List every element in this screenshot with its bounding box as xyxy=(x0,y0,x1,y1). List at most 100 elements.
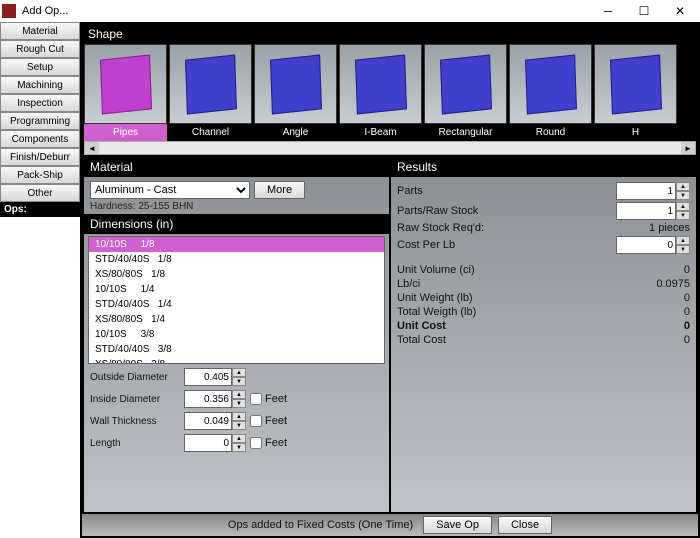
shape-channel[interactable]: Channel xyxy=(169,44,252,141)
dimension-row[interactable]: 10/10S 3/8 xyxy=(89,327,384,342)
dimension-row[interactable]: XS/80/80S 3/8 xyxy=(89,357,384,364)
wall-thickness-input[interactable] xyxy=(184,412,232,430)
ops-label: Ops: xyxy=(0,202,80,217)
cost-per-lb-label: Cost Per Lb xyxy=(397,239,616,251)
parts-label: Parts xyxy=(397,185,616,197)
dimension-row[interactable]: STD/40/40S 1/4 xyxy=(89,297,384,312)
cost-per-lb-down[interactable]: ▼ xyxy=(676,245,690,254)
footer-message: Ops added to Fixed Costs (One Time) xyxy=(228,519,413,531)
feet-label: Feet xyxy=(265,415,287,427)
shape-thumb xyxy=(509,44,592,124)
sidebar-setup[interactable]: Setup xyxy=(0,58,80,76)
scroll-left-icon[interactable]: ◄ xyxy=(85,142,99,154)
main-area: Shape PipesChannelAngleI-BeamRectangular… xyxy=(80,22,700,538)
sidebar-other[interactable]: Other xyxy=(0,184,80,202)
shape-label: I-Beam xyxy=(339,124,422,141)
inside-diameter-feet-checkbox[interactable] xyxy=(250,393,262,405)
shape-scrollbar[interactable]: ◄ ► xyxy=(84,141,696,155)
save-op-button[interactable]: Save Op xyxy=(423,516,492,534)
cost-per-lb-up[interactable]: ▲ xyxy=(676,236,690,245)
length-feet-checkbox[interactable] xyxy=(250,437,262,449)
sidebar-components[interactable]: Components xyxy=(0,130,80,148)
outside-diameter-up[interactable]: ▲ xyxy=(232,368,246,377)
wall-thickness-down[interactable]: ▼ xyxy=(232,421,246,430)
window-title: Add Op... xyxy=(22,5,590,17)
inside-diameter-down[interactable]: ▼ xyxy=(232,399,246,408)
shape-label: Angle xyxy=(254,124,337,141)
inside-diameter-up[interactable]: ▲ xyxy=(232,390,246,399)
length-input[interactable] xyxy=(184,434,232,452)
shape-thumb xyxy=(84,44,167,124)
parts-raw-input[interactable] xyxy=(616,202,676,220)
sidebar: Material Rough Cut Setup Machining Inspe… xyxy=(0,22,80,538)
parts-up[interactable]: ▲ xyxy=(676,182,690,191)
shape-thumb xyxy=(169,44,252,124)
dimension-row[interactable]: XS/80/80S 1/4 xyxy=(89,312,384,327)
shape-angle[interactable]: Angle xyxy=(254,44,337,141)
dimensions-header: Dimensions (in) xyxy=(84,214,389,234)
parts-down[interactable]: ▼ xyxy=(676,191,690,200)
total-weight-value: 0 xyxy=(630,306,690,318)
unit-volume-value: 0 xyxy=(630,264,690,276)
outside-diameter-label: Outside Diameter xyxy=(90,372,180,383)
outside-diameter-input[interactable] xyxy=(184,368,232,386)
maximize-button[interactable]: ☐ xyxy=(626,1,662,21)
shape-i-beam[interactable]: I-Beam xyxy=(339,44,422,141)
shape-header: Shape xyxy=(82,24,698,44)
material-panel: Material Aluminum - Cast More Hardness: … xyxy=(84,157,389,512)
sidebar-material[interactable]: Material xyxy=(0,22,80,40)
dimension-row[interactable]: STD/40/40S 3/8 xyxy=(89,342,384,357)
app-icon xyxy=(2,4,16,18)
parts-raw-down[interactable]: ▼ xyxy=(676,211,690,220)
shape-label: H xyxy=(594,124,677,141)
close-window-button[interactable]: ✕ xyxy=(662,1,698,21)
hardness-text: Hardness: 25-155 BHN xyxy=(90,201,383,212)
close-button[interactable]: Close xyxy=(498,516,552,534)
material-select[interactable]: Aluminum - Cast xyxy=(90,181,250,199)
dimension-row[interactable]: STD/40/40S 1/8 xyxy=(89,252,384,267)
shape-thumb xyxy=(339,44,422,124)
sidebar-inspection[interactable]: Inspection xyxy=(0,94,80,112)
dimension-row[interactable]: 10/10S 1/4 xyxy=(89,282,384,297)
shape-round[interactable]: Round xyxy=(509,44,592,141)
sidebar-rough-cut[interactable]: Rough Cut xyxy=(0,40,80,58)
wall-thickness-feet-checkbox[interactable] xyxy=(250,415,262,427)
sidebar-pack-ship[interactable]: Pack-Ship xyxy=(0,166,80,184)
footer: Ops added to Fixed Costs (One Time) Save… xyxy=(82,514,698,536)
dimension-row[interactable]: 10/10S 1/8 xyxy=(89,237,384,252)
titlebar: Add Op... ─ ☐ ✕ xyxy=(0,0,700,22)
feet-label: Feet xyxy=(265,393,287,405)
shape-thumb xyxy=(424,44,507,124)
dimension-row[interactable]: XS/80/80S 1/8 xyxy=(89,267,384,282)
sidebar-programming[interactable]: Programming xyxy=(0,112,80,130)
parts-input[interactable] xyxy=(616,182,676,200)
shape-rectangular[interactable]: Rectangular xyxy=(424,44,507,141)
parts-raw-up[interactable]: ▲ xyxy=(676,202,690,211)
unit-weight-value: 0 xyxy=(630,292,690,304)
total-weight-label: Total Weigth (lb) xyxy=(397,306,630,318)
wall-thickness-label: Wall Thickness xyxy=(90,416,180,427)
length-label: Length xyxy=(90,438,180,449)
cost-per-lb-input[interactable] xyxy=(616,236,676,254)
minimize-button[interactable]: ─ xyxy=(590,1,626,21)
sidebar-machining[interactable]: Machining xyxy=(0,76,80,94)
inside-diameter-input[interactable] xyxy=(184,390,232,408)
app-window: Add Op... ─ ☐ ✕ Material Rough Cut Setup… xyxy=(0,0,700,538)
length-up[interactable]: ▲ xyxy=(232,434,246,443)
scroll-right-icon[interactable]: ► xyxy=(681,142,695,154)
shape-h[interactable]: H xyxy=(594,44,677,141)
shape-label: Round xyxy=(509,124,592,141)
shape-pipes[interactable]: Pipes xyxy=(84,44,167,141)
shape-thumb xyxy=(594,44,677,124)
dimensions-list[interactable]: 10/10S 1/8STD/40/40S 1/8XS/80/80S 1/810/… xyxy=(88,236,385,364)
feet-label: Feet xyxy=(265,437,287,449)
shape-label: Channel xyxy=(169,124,252,141)
shape-thumb xyxy=(254,44,337,124)
outside-diameter-down[interactable]: ▼ xyxy=(232,377,246,386)
length-down[interactable]: ▼ xyxy=(232,443,246,452)
unit-cost-label: Unit Cost xyxy=(397,320,630,332)
shape-label: Pipes xyxy=(84,124,167,141)
sidebar-finish-deburr[interactable]: Finish/Deburr xyxy=(0,148,80,166)
wall-thickness-up[interactable]: ▲ xyxy=(232,412,246,421)
material-more-button[interactable]: More xyxy=(254,181,305,199)
